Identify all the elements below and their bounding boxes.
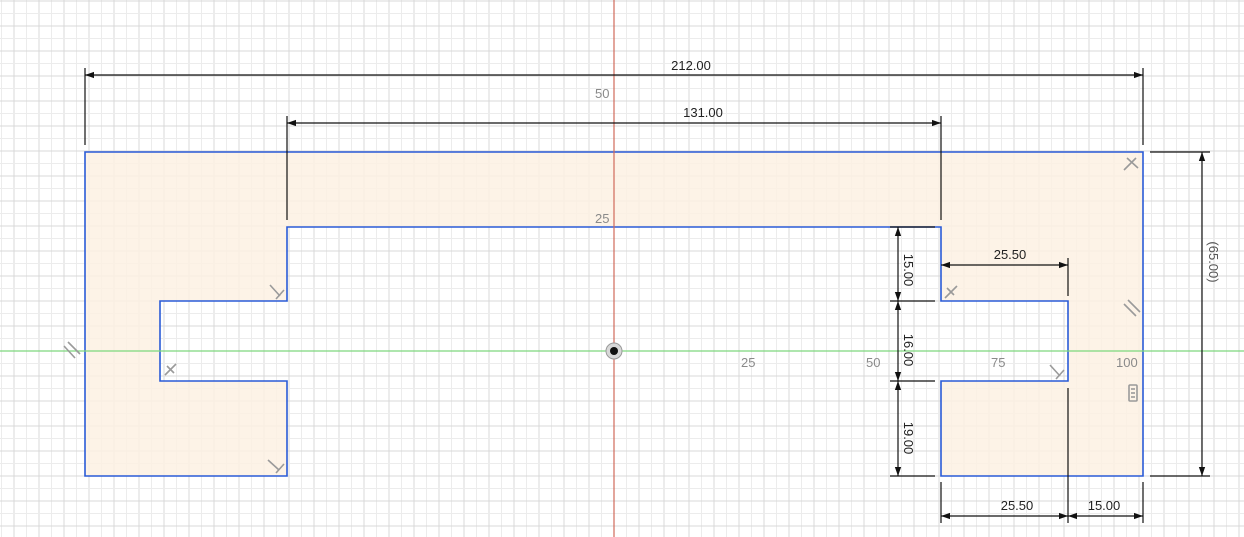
parallel-constraint-icon[interactable] [63,341,81,359]
dimension-notch-height-label: 16.00 [901,334,916,367]
dimension-right-notch-width-label: 25.50 [994,247,1027,262]
perpendicular-constraint-icon[interactable] [1049,364,1065,380]
dimension-bottom-notch-width-label: 25.50 [1001,498,1034,513]
axis-label-x-50: 50 [866,355,880,370]
dimension-overall-height-label: (65.00) [1206,241,1221,282]
dimension-inner-width-label: 131.00 [683,105,723,120]
perpendicular-constraint-icon[interactable] [164,363,177,376]
origin-point[interactable] [605,342,623,360]
axis-label-x-75: 75 [991,355,1005,370]
axis-label-y-25: 25 [595,211,609,226]
axis-label-x-25: 25 [741,355,755,370]
dimension-right-wall-label: 15.00 [1088,498,1121,513]
dimension-lower-step-label: 19.00 [901,422,916,455]
dimension-overall-width-label: 212.00 [671,58,711,73]
sketch-canvas[interactable]: 50 25 25 50 75 100 212.00 131.00 25.50 1… [0,0,1244,537]
axis-label-y-50: 50 [595,86,609,101]
axis-label-x-100: 100 [1116,355,1138,370]
dimension-upper-step-label: 15.00 [901,254,916,287]
